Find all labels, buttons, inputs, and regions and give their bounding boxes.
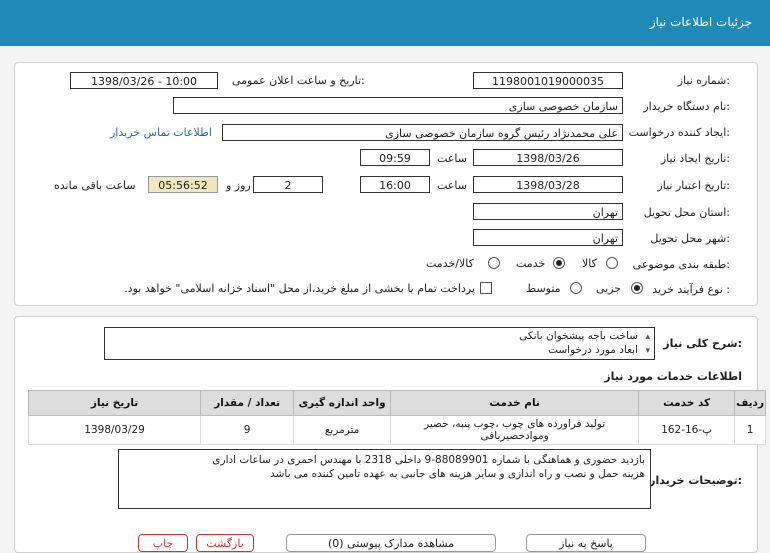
days-label: روز و [226,179,251,192]
created-date-field: 1398/03/26 [473,149,623,166]
treasury-payment-note: پرداخت تمام یا بخشی از مبلغ خرید،از محل … [124,282,475,295]
services-title: اطلاعات خدمات مورد نیاز [604,370,742,383]
need-summary-field: ▴ ▾ ساخت باجه پیشخوان بانکی ابعاد مورد در… [104,327,655,360]
created-time-field: 09:59 [360,149,430,166]
cell-code: پ-16-162 [638,415,736,445]
page-header: جزئیات اطلاعات نیاز [0,0,770,46]
buyer-contact-link[interactable]: اطلاعات تماس خریدار [110,126,212,139]
buyer-notes-field: بازدید حضوری و هماهنگی با شماره 88089901… [118,449,651,509]
remaining-label: ساعت باقی مانده [54,179,136,192]
category-label: طبقه بندی موضوعی: [632,258,730,271]
table-row: 1 پ-16-162 تولید فراورده های چوب ،چوب پن… [27,415,766,445]
page-title: جزئیات اطلاعات نیاز [649,15,752,29]
category-option-goods: کالا [582,257,597,270]
need-number-field: 1198001019000035 [473,72,623,89]
print-button[interactable]: چاپ [138,534,188,552]
col-unit: واحد اندازه گیری [293,390,392,416]
buyer-org-field: سازمان خصوصی سازی [173,97,623,114]
cell-qty: 9 [200,415,295,445]
services-header-row: ردیف کد خدمت نام خدمت واحد اندازه گیری ت… [27,390,766,416]
announce-datetime-field: 1398/03/26 - 10:00 [70,72,218,89]
treasury-payment-checkbox[interactable] [480,282,492,294]
announce-datetime-label: تاریخ و ساعت اعلان عمومی: [232,74,365,87]
view-attachments-button[interactable]: مشاهده مدارک پیوستی (0) [286,534,496,552]
buyer-notes-label: توضیحات خریدار: [649,474,742,487]
process-option-minor: جزیی [596,282,622,295]
cell-unit: مترمربع [293,415,392,445]
cell-row: 1 [734,415,766,445]
validity-date-label: تاریخ اعتبار نیاز: [657,179,730,192]
process-radio-medium[interactable] [570,282,582,294]
col-qty: تعداد / مقدار [200,390,295,416]
need-summary-line1: ساخت باجه پیشخوان بانکی [519,330,638,342]
delivery-city-label: شهر محل تحویل: [650,232,730,245]
scroll-up-down-icon[interactable]: ▴ ▾ [645,330,650,358]
category-option-service: خدمت [516,257,546,270]
col-code: کد خدمت [638,390,736,416]
created-time-label: ساعت [437,152,467,165]
need-number-label: شماره نیاز: [677,74,730,87]
col-date: تاریخ نیاز [27,390,202,416]
validity-time-field: 16:00 [360,176,430,193]
category-radio-goods[interactable] [606,257,618,269]
validity-date-field: 1398/03/28 [473,176,623,193]
process-label: نوع فرآیند خرید : [652,283,730,296]
col-row: ردیف [734,390,766,416]
respond-button[interactable]: پاسخ به نیاز [526,534,646,552]
col-name: نام خدمت [390,390,640,416]
buyer-org-label: نام دستگاه خریدار: [643,100,730,113]
remaining-time-field: 05:56:52 [148,176,218,193]
services-table: ردیف کد خدمت نام خدمت واحد اندازه گیری ت… [27,390,766,445]
category-radio-goods-service[interactable] [488,257,500,269]
buyer-notes-line1: بازدید حضوری و هماهنگی با شماره 88089901… [212,454,645,466]
category-radio-service[interactable] [553,257,565,269]
requester-field: علی محمدنژاد رئیس گروه سازمان خصوصی سازی [222,124,623,141]
requester-label: ایجاد کننده درخواست: [628,126,730,139]
created-date-label: تاریخ ایجاد نیاز: [660,152,730,165]
delivery-province-label: استان محل تحویل: [643,206,730,219]
validity-time-label: ساعت [437,179,467,192]
category-option-goods-service: کالا/خدمت [426,257,474,270]
process-option-medium: متوسط [526,282,561,295]
delivery-city-field: تهران [473,229,623,246]
process-radio-minor[interactable] [631,282,643,294]
validity-days-field: 2 [253,176,323,193]
need-summary-line2: ابعاد مورد درخواست [548,344,638,356]
back-button[interactable]: بازگشت [196,534,254,552]
cell-name: تولید فراورده های چوب ،چوب پنبه، حصیر وم… [390,415,640,445]
delivery-province-field: تهران [473,203,623,220]
cell-date: 1398/03/29 [27,415,202,445]
need-summary-label: شرح کلی نیاز: [663,337,742,350]
buyer-notes-line2: هزینه حمل و نصب و راه اندازی و سایر هزین… [270,468,645,480]
